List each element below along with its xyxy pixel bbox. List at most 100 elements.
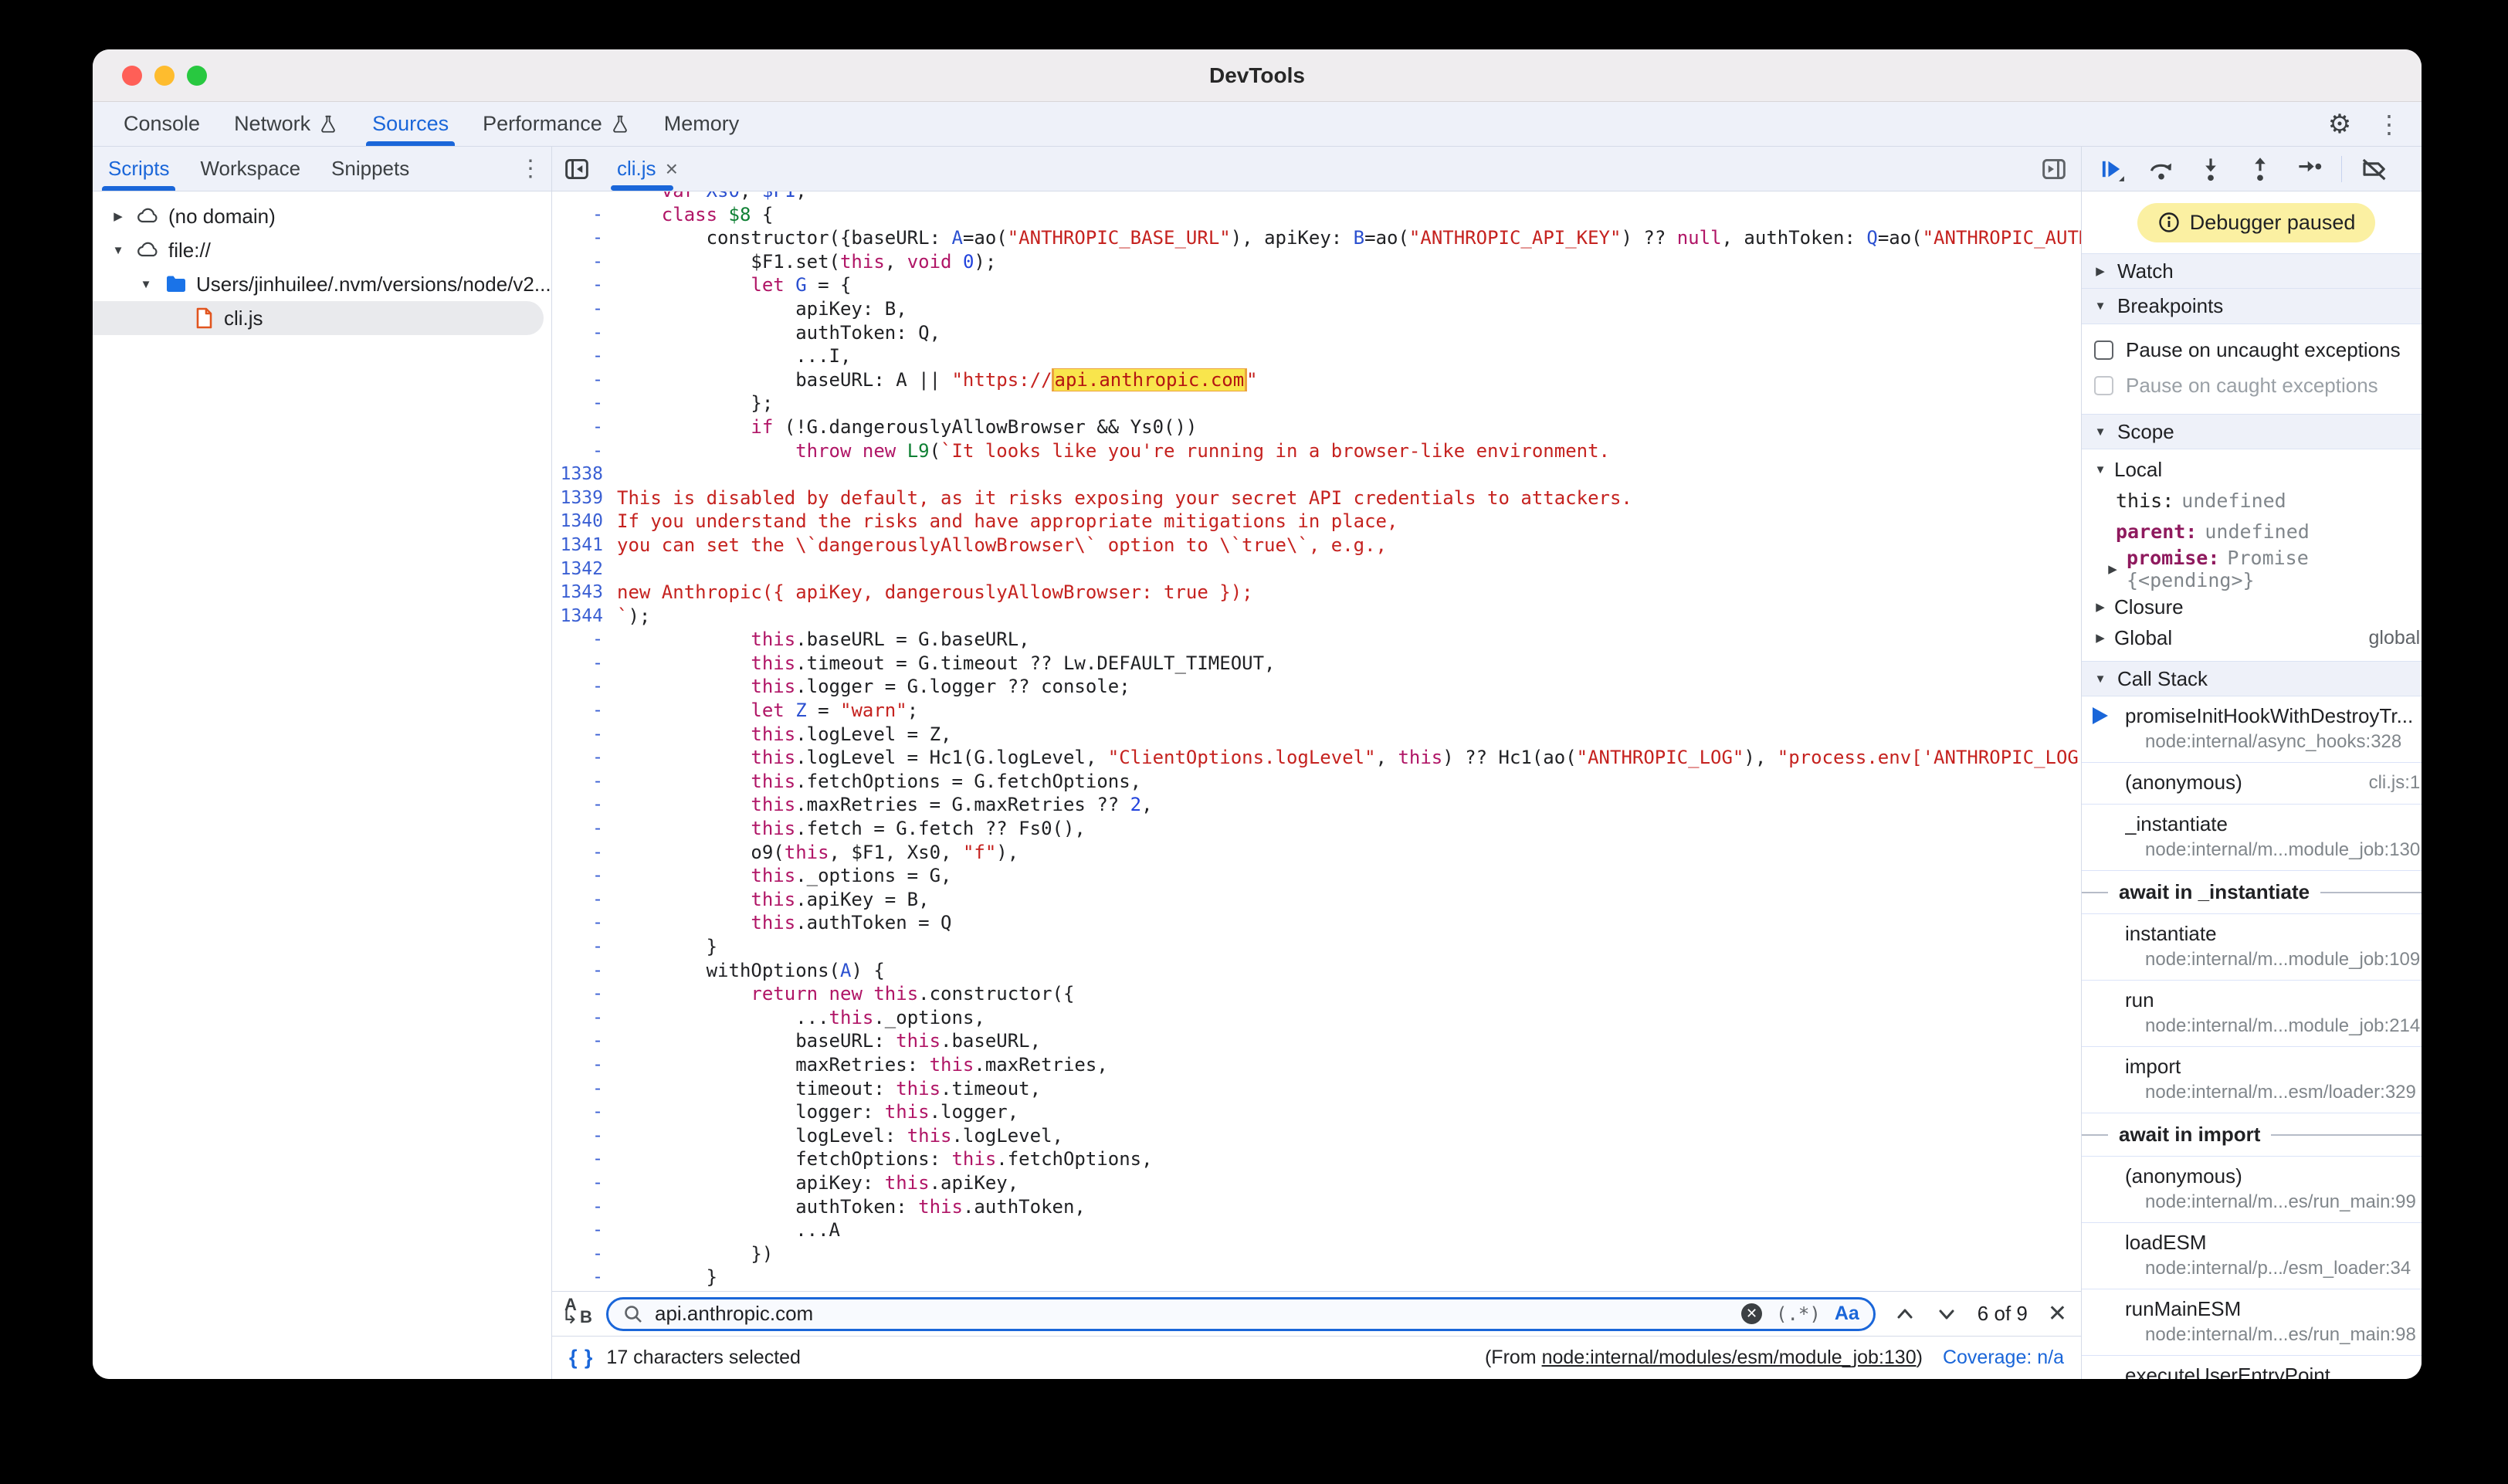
replace-toggle-button[interactable]: A ↳ B <box>560 1297 595 1331</box>
line-number[interactable]: - <box>552 888 617 912</box>
call-stack-section-header[interactable]: ▼ Call Stack <box>2082 661 2422 696</box>
clear-search-button[interactable]: ✕ <box>1741 1303 1762 1324</box>
line-number[interactable]: - <box>552 911 617 935</box>
scope-section-header[interactable]: ▼ Scope <box>2082 414 2422 449</box>
line-number[interactable]: - <box>552 935 617 959</box>
line-number[interactable]: - <box>552 1100 617 1124</box>
line-number[interactable]: - <box>552 1029 617 1053</box>
settings-button[interactable]: ⚙ <box>2318 106 2361 143</box>
line-number[interactable]: - <box>552 203 617 227</box>
line-number[interactable]: - <box>552 415 617 439</box>
line-number[interactable]: - <box>552 250 617 274</box>
code-editor[interactable]: var Xs0, $F1;-class $8 {-constructor({ba… <box>552 191 2081 1291</box>
line-number[interactable]: 1341 <box>552 534 617 557</box>
close-search-button[interactable]: ✕ <box>2048 1300 2067 1327</box>
line-number[interactable]: - <box>552 817 617 841</box>
match-case-toggle-button[interactable]: Aa <box>1835 1303 1859 1325</box>
navigator-tab-workspace[interactable]: Workspace <box>185 147 316 191</box>
line-number[interactable]: - <box>552 1171 617 1195</box>
chevron-right-icon[interactable]: ▶ <box>2105 562 2120 576</box>
line-number[interactable]: - <box>552 628 617 652</box>
call-stack-frame[interactable]: instantiatenode:internal/m...module_job:… <box>2082 914 2422 981</box>
call-stack-frame[interactable]: _instantiatenode:internal/m...module_job… <box>2082 805 2422 871</box>
chevron-down-icon[interactable]: ▼ <box>136 278 156 291</box>
navigator-tab-snippets[interactable]: Snippets <box>316 147 425 191</box>
line-number[interactable]: - <box>552 1218 617 1242</box>
navigator-more-button[interactable]: ⋮ <box>510 147 551 191</box>
coverage-link[interactable]: Coverage: n/a <box>1943 1347 2064 1369</box>
line-number[interactable]: - <box>552 746 617 770</box>
line-number[interactable]: - <box>552 1242 617 1266</box>
line-number[interactable]: - <box>552 1077 617 1101</box>
line-number[interactable]: - <box>552 982 617 1006</box>
tree-item-cli-js[interactable]: cli.js <box>93 301 544 335</box>
line-number[interactable]: - <box>552 297 617 321</box>
call-stack-frame[interactable]: executeUserEntryPointnode:internal/m...s… <box>2082 1356 2422 1379</box>
tab-sources[interactable]: Sources <box>355 102 466 146</box>
line-number[interactable]: 1339 <box>552 486 617 510</box>
close-tab-icon[interactable]: × <box>666 157 678 181</box>
line-number[interactable]: - <box>552 841 617 865</box>
step-into-button[interactable] <box>2188 151 2233 188</box>
tree-item-file-[interactable]: ▼file:// <box>93 233 551 267</box>
regex-toggle-button[interactable]: (.*) <box>1776 1303 1821 1325</box>
chevron-down-icon[interactable]: ▼ <box>2093 463 2108 476</box>
scope-row[interactable]: parent:undefined <box>2082 516 2422 547</box>
tab-network[interactable]: Network <box>217 102 355 146</box>
line-number[interactable]: 1340 <box>552 510 617 534</box>
line-number[interactable]: - <box>552 391 617 415</box>
call-stack-frame[interactable]: runnode:internal/m...module_job:214 <box>2082 981 2422 1047</box>
previous-match-button[interactable] <box>1894 1303 1916 1325</box>
line-number[interactable]: - <box>552 864 617 888</box>
editor-tab-clijs[interactable]: cli.js × <box>602 147 693 191</box>
line-number[interactable]: - <box>552 1006 617 1030</box>
call-stack-frame[interactable]: runMainESMnode:internal/m...es/run_main:… <box>2082 1289 2422 1356</box>
line-number[interactable]: - <box>552 226 617 250</box>
chevron-right-icon[interactable]: ▶ <box>2093 600 2108 614</box>
next-match-button[interactable] <box>1936 1303 1957 1325</box>
call-stack-frame[interactable]: loadESMnode:internal/p.../esm_loader:34 <box>2082 1223 2422 1289</box>
tab-memory[interactable]: Memory <box>647 102 757 146</box>
line-number[interactable]: - <box>552 793 617 817</box>
tab-performance[interactable]: Performance <box>466 102 647 146</box>
line-number[interactable]: - <box>552 1147 617 1171</box>
call-stack-frame[interactable]: (anonymous)cli.js:1 <box>2082 763 2422 805</box>
hide-debugger-panel-button[interactable] <box>2027 147 2081 191</box>
source-origin-link[interactable]: node:internal/modules/esm/module_job:130 <box>1542 1347 1917 1368</box>
resume-button[interactable] <box>2089 151 2134 188</box>
tree-item--no-domain-[interactable]: ▶(no domain) <box>93 199 551 233</box>
line-number[interactable]: - <box>552 652 617 676</box>
scope-row[interactable]: this:undefined <box>2082 485 2422 516</box>
step-out-button[interactable] <box>2238 151 2283 188</box>
line-number[interactable]: 1343 <box>552 581 617 605</box>
chevron-right-icon[interactable]: ▶ <box>2093 631 2108 645</box>
line-number[interactable]: - <box>552 439 617 463</box>
scope-row[interactable]: ▼Local <box>2082 454 2422 485</box>
line-number[interactable]: - <box>552 273 617 297</box>
line-number[interactable]: - <box>552 675 617 699</box>
line-number[interactable]: - <box>552 1265 617 1289</box>
call-stack-frame[interactable]: importnode:internal/m...esm/loader:329 <box>2082 1047 2422 1113</box>
line-number[interactable]: 1338 <box>552 462 617 486</box>
watch-section-header[interactable]: ▶ Watch <box>2082 253 2422 289</box>
call-stack-frame[interactable]: promiseInitHookWithDestroyTr...node:inte… <box>2082 696 2422 763</box>
step-button[interactable] <box>2287 151 2332 188</box>
line-number[interactable]: 1344 <box>552 605 617 628</box>
navigator-tab-scripts[interactable]: Scripts <box>93 147 185 191</box>
tree-item-users-jinhuilee-nvm-versions-node-v2-[interactable]: ▼Users/jinhuilee/.nvm/versions/node/v2..… <box>93 267 551 301</box>
line-number[interactable] <box>552 191 617 203</box>
line-number[interactable]: - <box>552 699 617 723</box>
search-input[interactable] <box>655 1302 1730 1326</box>
line-number[interactable]: - <box>552 344 617 368</box>
pretty-print-icon[interactable]: { } <box>569 1346 594 1370</box>
line-number[interactable]: - <box>552 723 617 747</box>
scope-row[interactable]: ▶Closure <box>2082 591 2422 622</box>
more-options-button[interactable]: ⋮ <box>2367 106 2411 143</box>
line-number[interactable]: - <box>552 321 617 345</box>
line-number[interactable]: - <box>552 1195 617 1219</box>
line-number[interactable]: - <box>552 959 617 983</box>
deactivate-breakpoints-button[interactable] <box>2351 151 2396 188</box>
chevron-down-icon[interactable]: ▼ <box>108 244 128 257</box>
step-over-button[interactable] <box>2139 151 2184 188</box>
scope-row[interactable]: ▶promise:Promise {<pending>} <box>2082 547 2422 591</box>
